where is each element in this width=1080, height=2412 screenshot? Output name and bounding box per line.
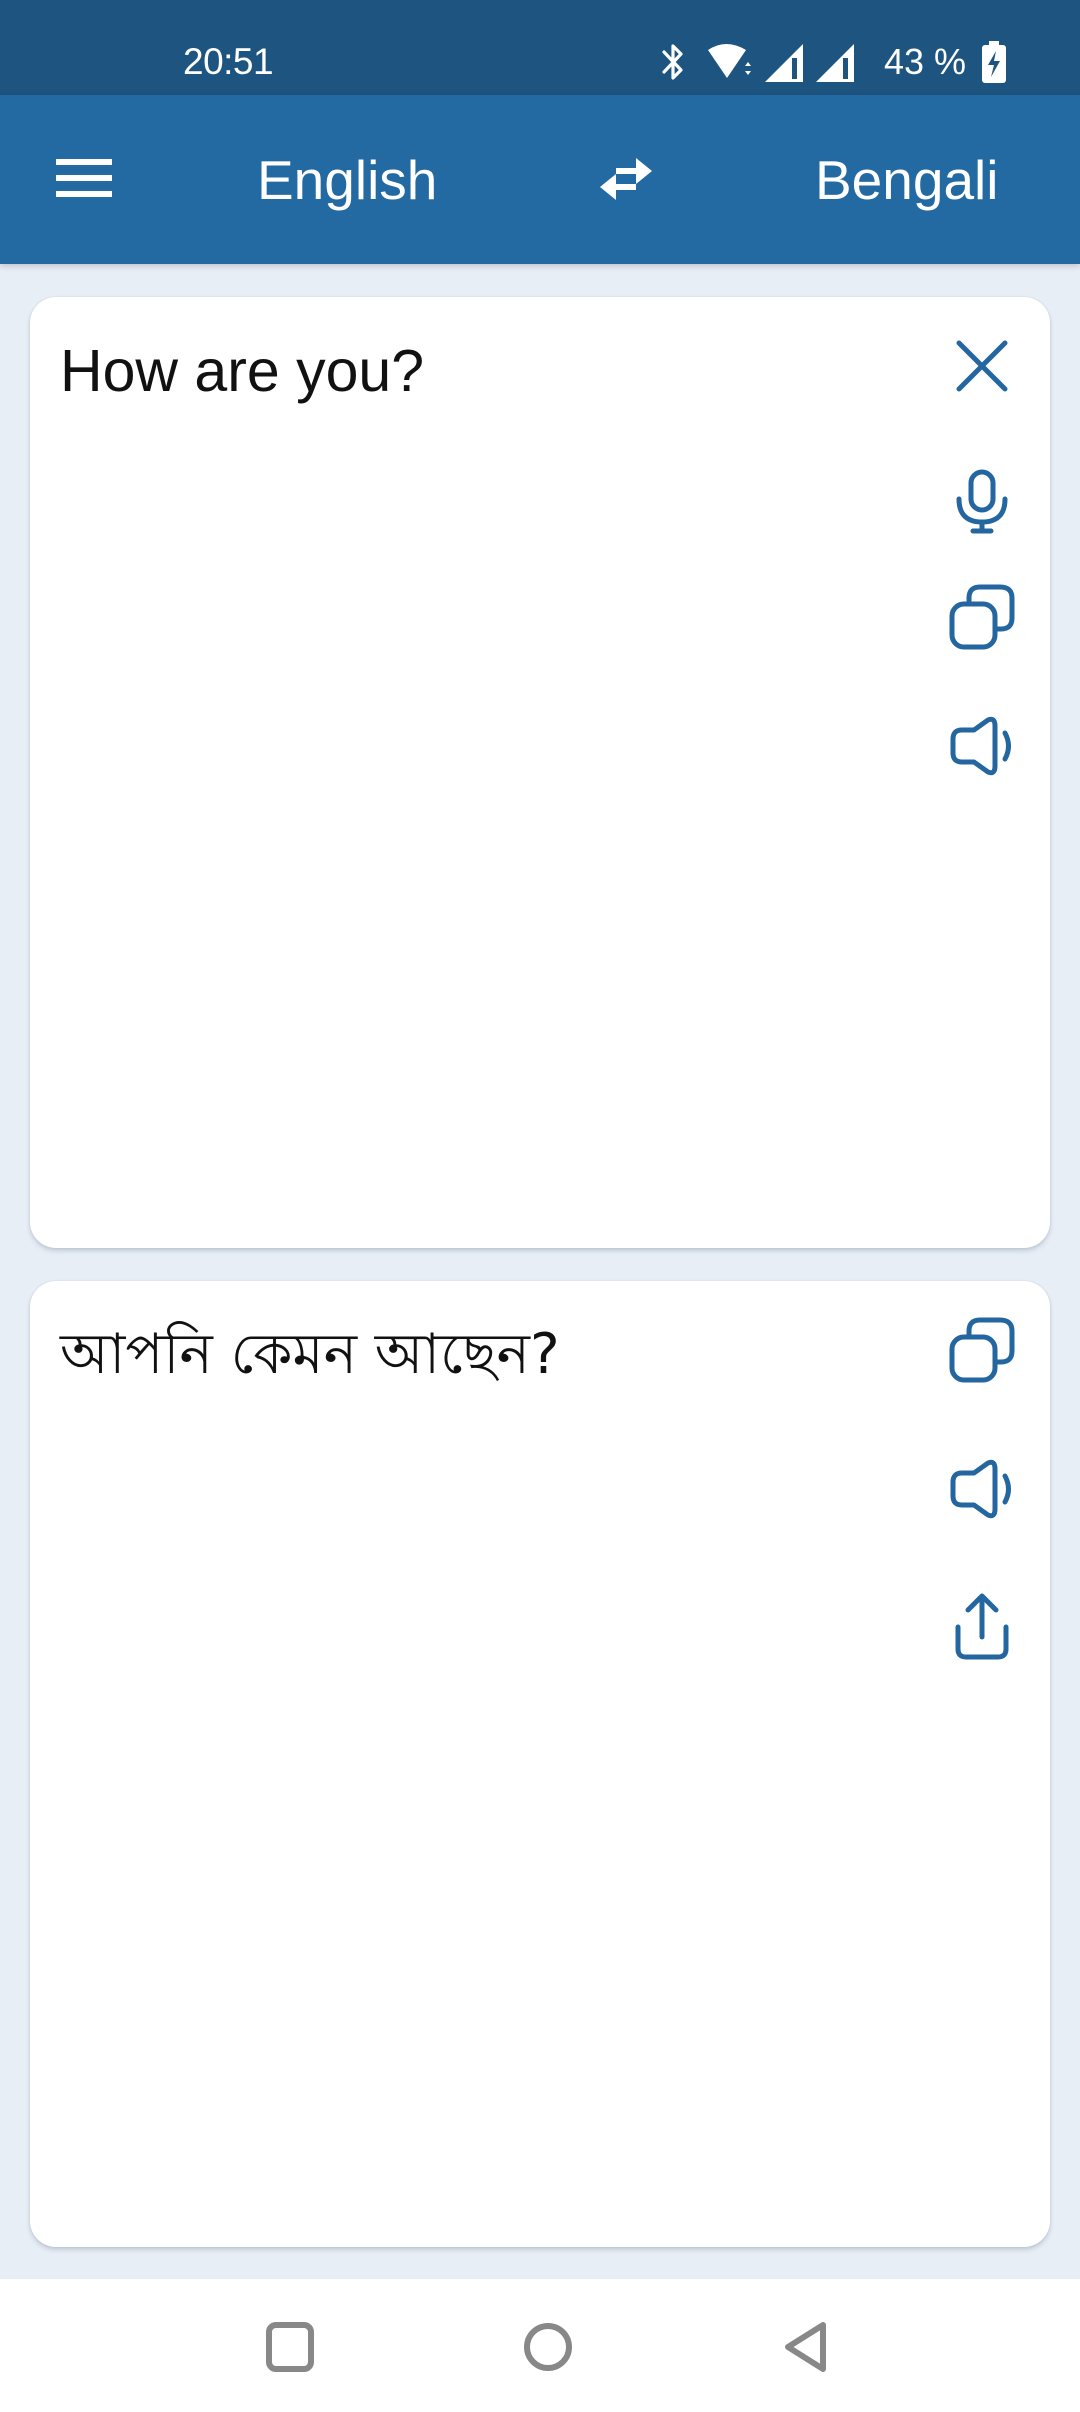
bluetooth-icon — [660, 40, 686, 89]
source-text-card: How are you? — [30, 297, 1050, 1248]
swap-languages-button[interactable] — [590, 143, 662, 215]
share-icon — [952, 1591, 1012, 1661]
speak-translation-button[interactable] — [946, 1453, 1018, 1525]
clear-button[interactable] — [946, 330, 1018, 402]
copy-icon — [948, 583, 1016, 651]
copy-translation-button[interactable] — [946, 1314, 1018, 1386]
back-button[interactable] — [766, 2309, 846, 2389]
speaker-icon — [948, 716, 1016, 776]
close-icon — [954, 338, 1010, 394]
voice-input-button[interactable] — [946, 466, 1018, 538]
swap-languages-icon — [590, 158, 662, 219]
battery-percent: 43 % — [884, 41, 967, 82]
home-circle-icon — [522, 2321, 574, 2378]
speak-source-button[interactable] — [946, 710, 1018, 782]
translation-card: আপনি কেমন আছেন? — [30, 1281, 1050, 2247]
microphone-icon — [954, 469, 1010, 535]
source-text-input[interactable]: How are you? — [60, 333, 920, 409]
signal-icon — [814, 42, 856, 89]
battery-charging-icon — [981, 40, 1007, 89]
back-triangle-icon — [781, 2320, 831, 2379]
speaker-icon — [948, 1459, 1016, 1519]
hamburger-menu-icon — [40, 159, 128, 219]
status-time: 20:51 — [183, 41, 274, 82]
target-language-selector[interactable]: Bengali — [815, 147, 998, 213]
recents-button[interactable] — [250, 2309, 330, 2389]
menu-button[interactable] — [40, 143, 128, 215]
source-language-selector[interactable]: English — [257, 147, 437, 213]
wifi-icon — [706, 42, 754, 87]
share-translation-button[interactable] — [946, 1590, 1018, 1662]
recents-square-icon — [265, 2321, 315, 2378]
home-button[interactable] — [508, 2309, 588, 2389]
translated-text: আপনি কেমন আছেন? — [60, 1322, 560, 1387]
copy-source-button[interactable] — [946, 581, 1018, 653]
app-toolbar: English Bengali — [0, 95, 1080, 264]
system-navigation-bar — [0, 2279, 1080, 2412]
copy-icon — [948, 1316, 1016, 1384]
signal-icon — [763, 42, 805, 89]
status-bar: 20:51 43 % — [0, 0, 1080, 95]
